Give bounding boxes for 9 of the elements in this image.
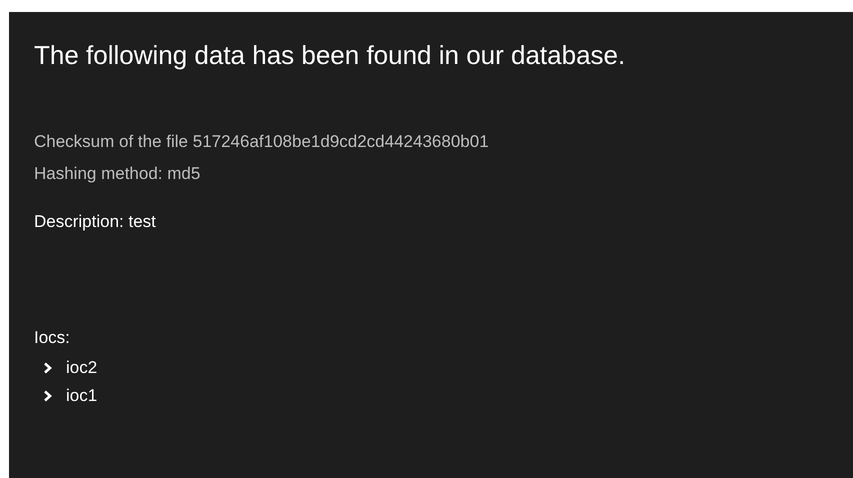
result-title: The following data has been found in our database. — [34, 39, 626, 72]
ioc-tree-item[interactable]: ioc2 — [34, 354, 98, 382]
iocs-label: Iocs: — [34, 327, 71, 349]
checksum-text: Checksum of the file 517246af108be1d9cd2cd44243680b01 — [34, 131, 490, 153]
ioc-tree-item[interactable]: ioc1 — [34, 382, 98, 410]
chevron-icon — [42, 362, 54, 374]
description-text: Description: test — [34, 211, 157, 233]
chevron-icon — [42, 390, 54, 402]
hashing-method-text: Hashing method: md5 — [34, 163, 202, 185]
